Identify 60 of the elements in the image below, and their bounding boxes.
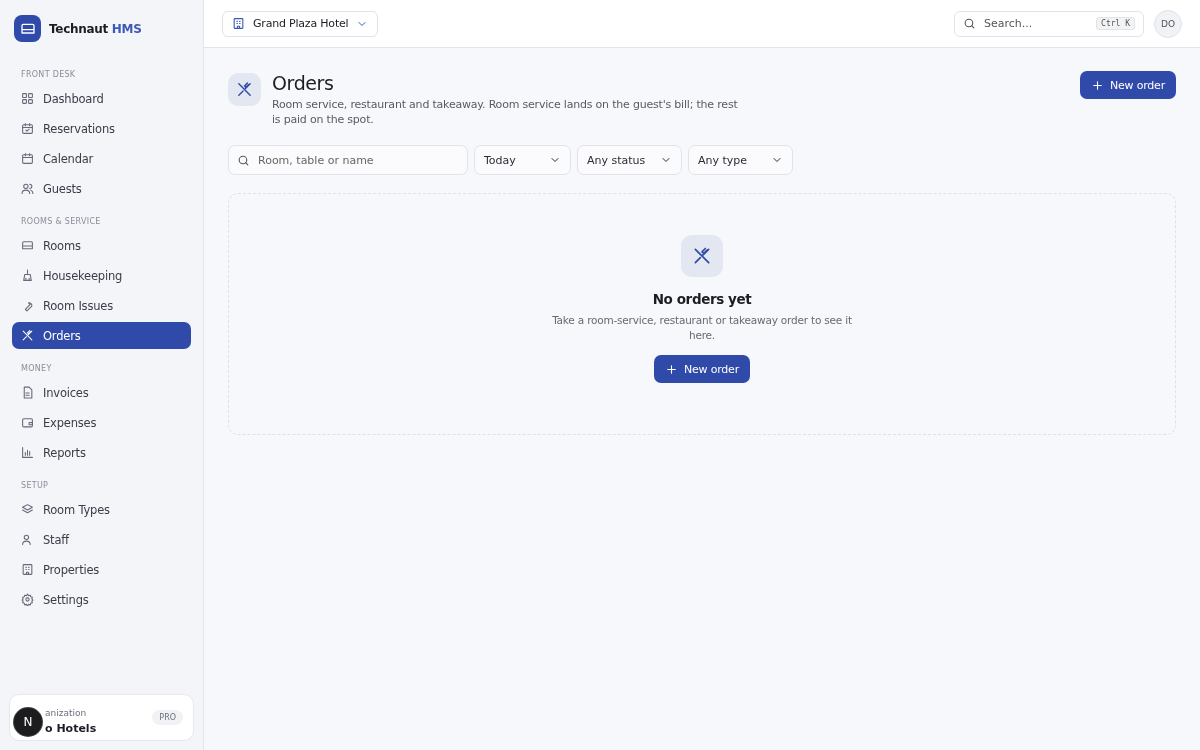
filter-dropdown[interactable]: Any status — [577, 145, 682, 175]
calendar-icon — [21, 152, 34, 165]
plus-icon — [665, 362, 678, 376]
page-description: Room service, restaurant and takeaway. Room service lands on the guest's bill; the rest is paid on the spot. — [272, 97, 739, 127]
building-icon — [21, 563, 34, 576]
building-icon — [232, 17, 245, 30]
plan-badge: PRO — [152, 710, 183, 725]
search-input[interactable]: Search... — [982, 11, 1091, 36]
sidebar-item[interactable]: Invoices — [12, 379, 191, 406]
calendar-check-icon — [21, 122, 34, 135]
sidebar-item[interactable]: Reports — [12, 439, 191, 466]
sidebar-item[interactable]: Room Types — [12, 496, 191, 523]
filter-search-field[interactable]: Room, table or name — [228, 145, 468, 175]
empty-message: Take a room-service, restaurant or takeaway order to see it here. — [552, 313, 852, 343]
bed-icon — [21, 239, 34, 252]
organization-label: anization — [45, 707, 87, 718]
document-icon — [21, 386, 34, 399]
section-heading: MONEY — [20, 363, 53, 375]
search-icon — [963, 17, 976, 30]
bar-chart-icon — [21, 446, 34, 459]
new-order-button[interactable]: New order — [654, 355, 750, 383]
search-icon — [237, 153, 250, 167]
sidebar-item[interactable]: Dashboard — [12, 85, 191, 112]
new-order-button[interactable]: New order — [1079, 71, 1176, 99]
organization-name: o Hotels — [45, 721, 97, 735]
dashboard-icon — [21, 92, 34, 105]
sidebar-item[interactable]: Staff — [12, 526, 191, 553]
plus-icon — [1090, 78, 1104, 92]
search-field[interactable]: Search... Ctrl K — [954, 10, 1144, 37]
wallet-icon — [21, 416, 34, 429]
sidebar-item[interactable]: Settings — [12, 586, 191, 613]
gear-icon — [21, 593, 34, 606]
user-icon — [21, 533, 34, 546]
cutlery-icon — [21, 329, 34, 342]
property-selector[interactable]: Grand Plaza Hotel — [222, 10, 379, 37]
filter-dropdown[interactable]: Today — [474, 145, 571, 175]
section-heading: ROOMS & SERVICE — [20, 216, 102, 228]
cutlery-glyph-icon — [236, 81, 253, 98]
user-avatar[interactable]: DO — [1154, 9, 1182, 38]
section-heading: FRONT DESK — [20, 69, 77, 81]
page-title: Orders — [272, 72, 335, 94]
layers-icon — [21, 503, 34, 516]
brand-name: Technaut HMS — [49, 21, 142, 36]
sidebar-item[interactable]: Calendar — [12, 145, 191, 172]
filter-dropdown[interactable]: Any type — [688, 145, 793, 175]
section-heading: SETUP — [20, 480, 50, 492]
sidebar-item[interactable]: Housekeeping — [12, 262, 191, 289]
empty-title: No orders yet — [652, 291, 752, 307]
users-icon — [21, 182, 34, 195]
filter-search-input[interactable]: Room, table or name — [256, 146, 459, 174]
sidebar-item[interactable]: Orders — [12, 322, 191, 349]
sidebar-item[interactable]: Rooms — [12, 232, 191, 259]
cutlery-glyph-icon — [692, 246, 712, 266]
broom-icon — [21, 269, 34, 282]
sidebar-item[interactable]: Expenses — [12, 409, 191, 436]
sidebar-item[interactable]: Room Issues — [12, 292, 191, 319]
shortcut-hint: Ctrl K — [1096, 17, 1135, 30]
sidebar-item[interactable]: Guests — [12, 175, 191, 202]
sidebar-item[interactable]: Reservations — [12, 115, 191, 142]
sidebar-item[interactable]: Properties — [12, 556, 191, 583]
